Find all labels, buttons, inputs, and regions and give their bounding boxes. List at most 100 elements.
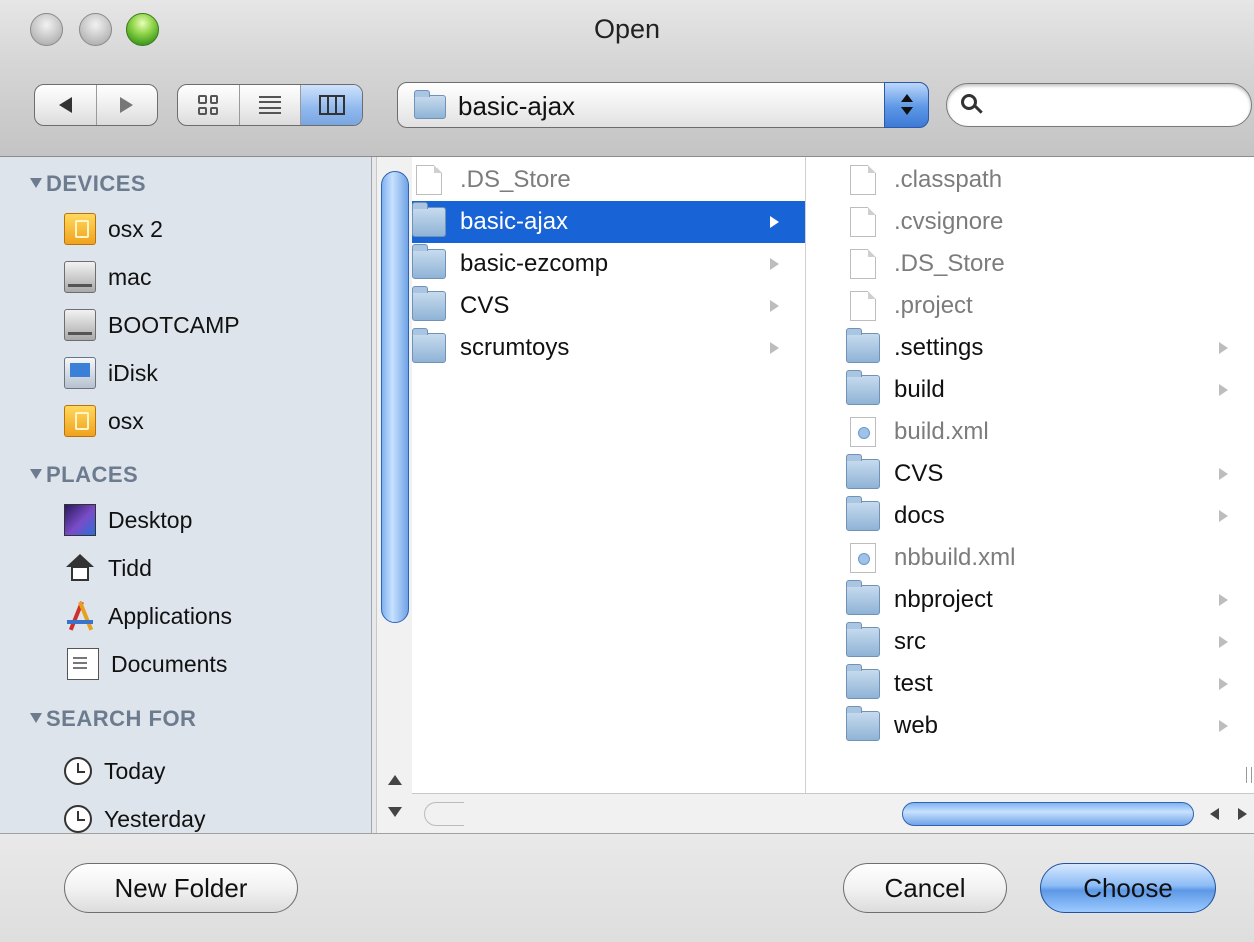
folder-row[interactable]: CVS [806,453,1254,495]
horizontal-scroll-thumb[interactable] [902,802,1194,826]
sidebar-item-idisk[interactable]: iDisk [64,353,364,393]
document-icon [850,291,876,321]
documents-icon [67,648,99,680]
scroll-left-icon[interactable] [1210,808,1219,820]
folder-icon [846,622,880,657]
file-row[interactable]: .project [806,285,1254,327]
file-row[interactable]: .cvsignore [806,201,1254,243]
sidebar-scrollbar[interactable] [376,157,412,833]
folder-row[interactable]: basic-ezcomp [412,243,805,285]
sidebar-scroll-thumb[interactable] [381,171,409,623]
sidebar-item-today[interactable]: Today [64,751,364,791]
sidebar-item-osx[interactable]: osx [64,401,364,441]
sidebar-item-label: Applications [108,602,233,629]
item-name: nbproject [894,586,993,613]
folder-icon [846,664,880,699]
folder-icon [412,286,446,321]
sidebar-item-bootcamp[interactable]: BOOTCAMP [64,305,364,345]
usb-drive-icon [64,405,96,437]
folder-row[interactable]: src [806,621,1254,663]
disclosure-arrow-icon [1219,678,1228,690]
item-name: build.xml [894,418,989,445]
search-icon [961,94,983,116]
disclosure-triangle-icon [30,713,42,723]
folder-icon [414,90,446,119]
sidebar-item-label: Today [104,757,166,784]
folder-row[interactable]: CVS [412,285,805,327]
file-row[interactable]: .DS_Store [806,243,1254,285]
scroll-down-icon[interactable] [388,807,402,817]
column-resize-handle[interactable] [1246,767,1252,783]
sidebar-item-label: osx [108,407,144,434]
file-row[interactable]: build.xml [806,411,1254,453]
chevron-up-icon [901,94,913,102]
xml-file-icon [850,543,876,573]
scroll-up-icon[interactable] [388,775,402,785]
sidebar-item-yesterday[interactable]: Yesterday [64,799,364,833]
column-browser: .DS_Store basic-ajax basic-ezcomp CVS scrumt… [412,157,1254,833]
sidebar-item-label: Documents [111,650,228,677]
folder-icon [412,244,446,279]
item-name: build [894,376,945,403]
sidebar-item-desktop[interactable]: Desktop [64,500,364,540]
folder-icon [846,706,880,741]
choose-button[interactable]: Choose [1040,863,1216,913]
item-name: .DS_Store [460,166,571,193]
folder-row[interactable]: basic-ajax [412,201,805,243]
disclosure-arrow-icon [1219,510,1228,522]
sidebar-item-label: iDisk [108,359,158,386]
sidebar-item-tidd[interactable]: Tidd [64,548,364,588]
forward-arrow-icon [120,97,134,113]
chevron-down-icon [901,107,913,115]
disclosure-arrow-icon [770,300,779,312]
sidebar-item-applications[interactable]: Applications [64,596,364,636]
sidebar-section-header[interactable]: PLACES [30,462,138,488]
sidebar-item-osx-2[interactable]: osx 2 [64,209,364,249]
popup-stepper[interactable] [884,82,929,128]
title-bar: Open [0,0,1254,62]
item-name: .classpath [894,166,1003,193]
back-forward-control [34,84,158,126]
browser-column-2: .classpath .cvsignore .DS_Store .project .se… [806,157,1254,793]
sidebar-section-header[interactable]: DEVICES [30,171,146,197]
folder-row[interactable]: build [806,369,1254,411]
folder-row[interactable]: docs [806,495,1254,537]
folder-row[interactable]: .settings [806,327,1254,369]
usb-drive-icon [64,213,96,245]
item-name: .settings [894,334,984,361]
path-popup-button[interactable]: basic-ajax [397,82,929,128]
document-icon [850,207,876,237]
xml-file-icon [850,417,876,447]
disclosure-arrow-icon [770,258,779,270]
folder-row[interactable]: web [806,705,1254,747]
clock-icon [64,805,92,833]
search-field[interactable] [946,83,1252,127]
list-view-button[interactable] [240,85,302,125]
forward-button[interactable] [97,85,158,125]
scroll-right-icon[interactable] [1238,808,1247,820]
back-button[interactable] [35,85,97,125]
icon-view-button[interactable] [178,85,240,125]
folder-row[interactable]: test [806,663,1254,705]
disclosure-arrow-icon [1219,384,1228,396]
file-row[interactable]: .DS_Store [412,159,805,201]
view-mode-control [177,84,363,126]
folder-row[interactable]: scrumtoys [412,327,805,369]
file-row[interactable]: .classpath [806,159,1254,201]
sidebar-item-documents[interactable]: Documents [64,644,364,684]
toolbar: Open basic-ajax [0,0,1254,157]
folder-row[interactable]: nbproject [806,579,1254,621]
new-folder-button[interactable]: New Folder [64,863,298,913]
disclosure-arrow-icon [770,216,779,228]
item-name: test [894,670,933,697]
column-view-button[interactable] [301,85,362,125]
file-row[interactable]: nbbuild.xml [806,537,1254,579]
icon-view-icon [198,95,219,115]
disclosure-arrow-icon [770,342,779,354]
folder-icon [846,496,880,531]
sidebar-item-mac[interactable]: mac [64,257,364,297]
sidebar-section-header[interactable]: SEARCH FOR [30,706,196,732]
horizontal-scrollbar[interactable] [412,793,1254,833]
sidebar-item-label: osx 2 [108,215,163,242]
cancel-button[interactable]: Cancel [843,863,1007,913]
